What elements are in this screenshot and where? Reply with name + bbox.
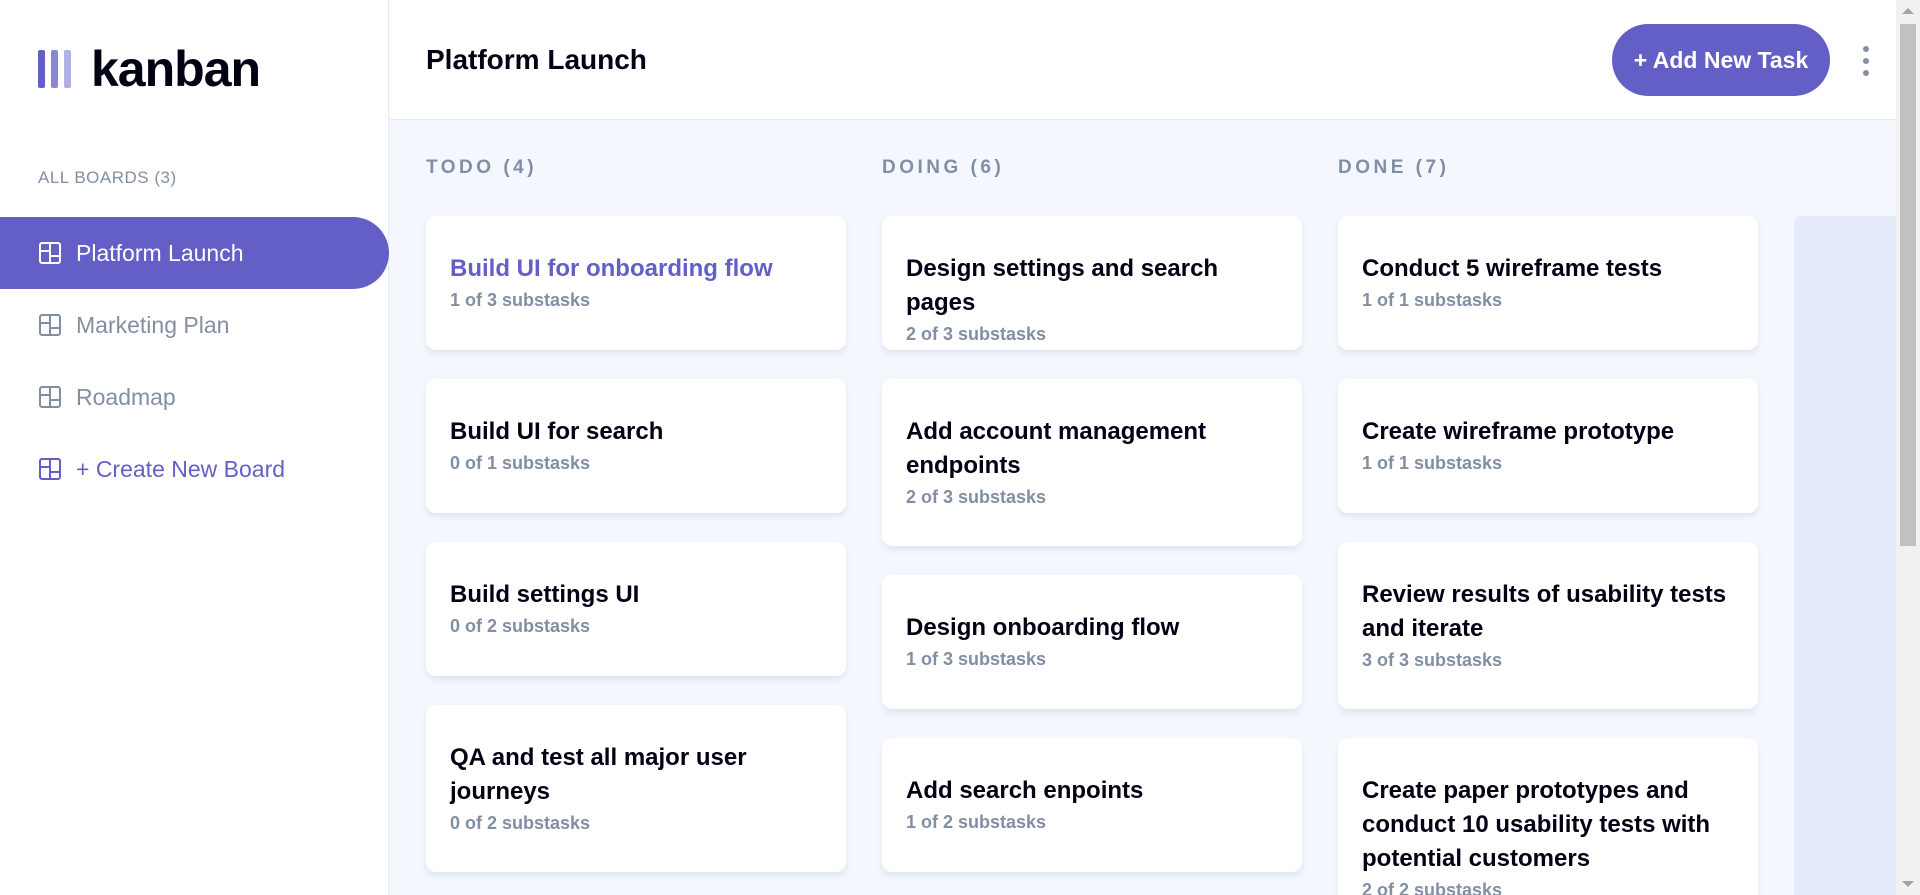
board: TODO (4) Build UI for onboarding flow 1 … [390, 121, 1896, 895]
task-subtasks: 0 of 2 substasks [450, 616, 591, 636]
task-subtasks: 2 of 3 substasks [906, 487, 1047, 507]
task-subtasks: 1 of 1 substasks [1362, 290, 1503, 310]
create-new-board-button[interactable]: + Create New Board [0, 433, 389, 505]
task-title: QA and test all major user journeys [450, 744, 747, 805]
board-icon [39, 242, 61, 264]
add-new-task-button[interactable]: + Add New Task [1612, 24, 1830, 96]
board-icon [39, 458, 61, 480]
task-card[interactable]: Create paper prototypes and conduct 10 u… [1338, 738, 1758, 895]
task-title: Add account management endpoints [906, 418, 1207, 479]
task-card[interactable]: Add search enpoints 1 of 2 substasks [882, 738, 1302, 872]
scroll-down-arrow-icon[interactable] [1902, 881, 1914, 887]
task-card[interactable]: QA and test all major user journeys 0 of… [426, 705, 846, 872]
task-subtasks: 3 of 3 substasks [1362, 650, 1503, 670]
task-title: Build UI for search [450, 418, 664, 445]
page-title: Platform Launch [426, 44, 647, 75]
all-boards-heading: ALL BOARDS (3) [38, 168, 177, 187]
sidebar-item-label: Roadmap [76, 383, 176, 410]
task-card[interactable]: Create wireframe prototype 1 of 1 substa… [1338, 379, 1758, 513]
task-subtasks: 1 of 3 substasks [906, 649, 1047, 669]
task-card[interactable]: Conduct 5 wireframe tests 1 of 1 substas… [1338, 216, 1758, 350]
sidebar-item-label: Platform Launch [76, 239, 244, 266]
task-title: Conduct 5 wireframe tests [1362, 255, 1663, 282]
column-heading: DOING (6) [882, 157, 1005, 178]
board-icon [39, 314, 61, 336]
task-title: Design onboarding flow [906, 614, 1180, 641]
task-title: Create paper prototypes and conduct 10 u… [1362, 777, 1711, 872]
task-subtasks: 0 of 1 substasks [450, 453, 591, 473]
sidebar-item-roadmap[interactable]: Roadmap [0, 361, 389, 433]
scroll-up-arrow-icon[interactable] [1902, 8, 1914, 14]
task-card[interactable]: Design onboarding flow 1 of 3 substasks [882, 575, 1302, 709]
task-card[interactable]: Design settings and search pages 2 of 3 … [882, 216, 1302, 350]
sidebar-item-label: Marketing Plan [76, 311, 230, 338]
task-title: Design settings and search pages [906, 255, 1219, 316]
kanban-logo-icon [38, 50, 71, 88]
vertical-scrollbar[interactable] [1896, 0, 1920, 895]
board-icon [39, 386, 61, 408]
create-new-board-label: + Create New Board [76, 455, 286, 482]
task-subtasks: 1 of 3 substasks [450, 290, 591, 310]
task-title: Create wireframe prototype [1362, 418, 1675, 445]
task-title: Review results of usability tests and it… [1362, 581, 1727, 642]
sidebar: kanban ALL BOARDS (3) Platform Launch Ma… [0, 0, 389, 895]
task-title: Build UI for onboarding flow [450, 255, 773, 282]
logo: kanban [38, 41, 261, 97]
task-subtasks: 0 of 2 substasks [450, 813, 591, 833]
task-card[interactable]: Build settings UI 0 of 2 substasks [426, 542, 846, 676]
column-heading: TODO (4) [426, 157, 538, 178]
more-options-icon[interactable] [1854, 46, 1878, 76]
task-subtasks: 1 of 2 substasks [906, 812, 1047, 832]
header: Platform Launch + Add New Task [390, 0, 1896, 120]
column-heading: DONE (7) [1338, 157, 1450, 178]
board-list: Platform Launch Marketing Plan Roadmap +… [0, 217, 389, 505]
task-title: Add search enpoints [906, 777, 1144, 804]
task-card[interactable]: Add account management endpoints 2 of 3 … [882, 379, 1302, 546]
logo-text: kanban [91, 41, 261, 97]
task-card[interactable]: Build UI for search 0 of 1 substasks [426, 379, 846, 513]
task-subtasks: 1 of 1 substasks [1362, 453, 1503, 473]
task-card[interactable]: Build UI for onboarding flow 1 of 3 subs… [426, 216, 846, 350]
task-subtasks: 2 of 2 substasks [1362, 880, 1503, 895]
scrollbar-thumb[interactable] [1900, 24, 1916, 546]
task-subtasks: 2 of 3 substasks [906, 324, 1047, 344]
task-title: Build settings UI [450, 581, 640, 608]
sidebar-item-marketing-plan[interactable]: Marketing Plan [0, 289, 389, 361]
new-column-placeholder[interactable] [1794, 216, 1896, 895]
sidebar-item-platform-launch[interactable]: Platform Launch [0, 217, 389, 289]
task-card[interactable]: Review results of usability tests and it… [1338, 542, 1758, 709]
